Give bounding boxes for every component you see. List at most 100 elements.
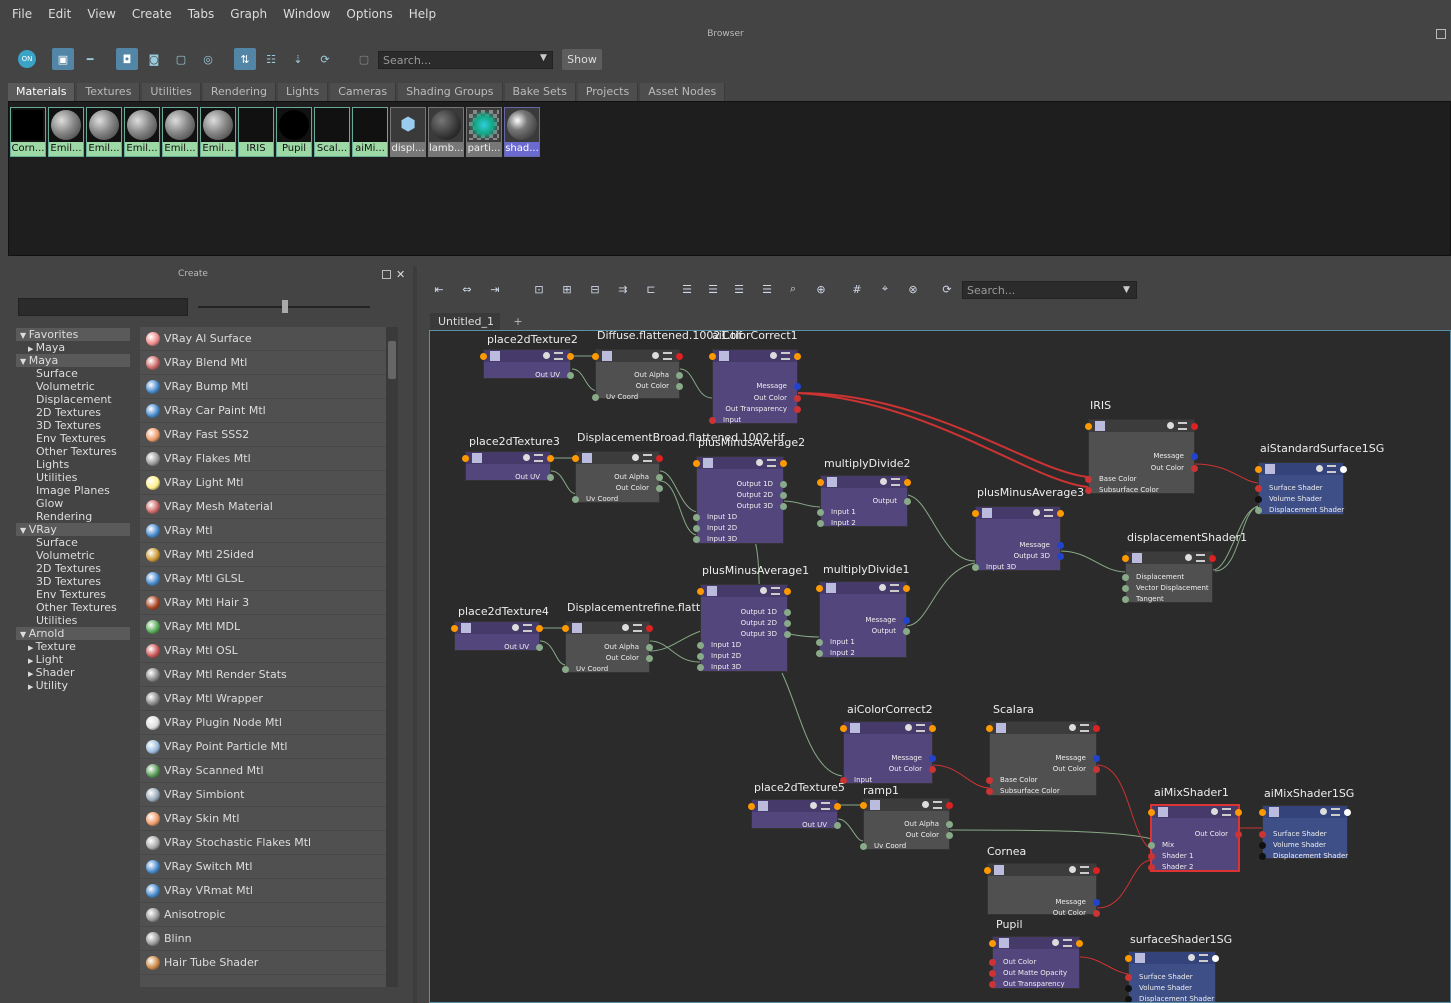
node-disprefine[interactable]: Out Alpha Out Color Uv Coord — [562, 621, 653, 673]
port-plug[interactable] — [1191, 465, 1198, 472]
material-list-item[interactable]: VRay Fast SSS2 — [140, 423, 386, 447]
port-plug[interactable] — [989, 970, 996, 977]
tab-materials[interactable]: Materials — [8, 83, 76, 101]
node-header[interactable] — [697, 457, 783, 469]
port-plug[interactable] — [656, 485, 663, 492]
node-header[interactable] — [455, 622, 539, 634]
input-plug[interactable] — [816, 585, 823, 592]
port-plug[interactable] — [1122, 585, 1129, 592]
port-plug[interactable] — [946, 832, 953, 839]
menu-view[interactable]: View — [79, 7, 123, 21]
material-list-item[interactable]: VRay VRmat Mtl — [140, 879, 386, 903]
node-header[interactable] — [864, 799, 949, 811]
input-plug[interactable] — [592, 353, 599, 360]
material-list-scrollbar[interactable] — [386, 327, 398, 987]
port-plug[interactable] — [572, 496, 579, 503]
swatch-pupil[interactable]: Pupil — [276, 107, 312, 157]
material-list-item[interactable]: VRay Flakes Mtl — [140, 447, 386, 471]
node-place2dtexture3[interactable]: Out UV — [462, 451, 554, 481]
port-output2d[interactable]: Output 2D — [741, 618, 777, 628]
input-plug[interactable] — [451, 625, 458, 632]
port-plug[interactable] — [592, 394, 599, 401]
material-list-item[interactable]: VRay Switch Mtl — [140, 855, 386, 879]
node-dispbroad[interactable]: Out Alpha Out Color Uv Coord — [572, 451, 663, 503]
grid-icon[interactable]: # — [846, 278, 868, 300]
add-tab-button[interactable]: + — [510, 313, 526, 330]
input-plug[interactable] — [572, 455, 579, 462]
tree-item[interactable]: Other Textures — [16, 445, 130, 458]
node-surfaceshader1sg[interactable]: Surface Shader Volume Shader Displacement … — [1125, 951, 1219, 1002]
node-header[interactable] — [713, 350, 797, 362]
menu-options[interactable]: Options — [338, 7, 400, 21]
node-menu-icon[interactable] — [1222, 808, 1231, 816]
port-volume-shader[interactable]: Volume Shader — [1269, 494, 1322, 504]
menu-create[interactable]: Create — [124, 7, 180, 21]
node-menu-icon[interactable] — [1063, 939, 1072, 947]
port-plug[interactable] — [986, 777, 993, 784]
output-plug[interactable] — [547, 455, 554, 462]
port-out-transparency[interactable]: Out Transparency — [725, 404, 787, 414]
output-plug[interactable] — [1340, 466, 1347, 473]
port-plug[interactable] — [1125, 996, 1132, 1002]
node-editor-canvas[interactable]: place2dTexture2 Out UV Diffuse.flattened.1… — [429, 330, 1451, 1003]
port-input2d[interactable]: Input 2D — [711, 651, 741, 661]
output-plug[interactable] — [1235, 809, 1242, 816]
port-plug[interactable] — [972, 564, 979, 571]
port-input3d[interactable]: Input 3D — [986, 562, 1016, 572]
port-input3d[interactable]: Input 3D — [707, 534, 737, 544]
output-plug[interactable] — [676, 353, 683, 360]
node-display-mode-icon[interactable] — [880, 478, 887, 485]
layout-icon[interactable]: ⊏ — [640, 278, 662, 300]
input-plug[interactable] — [693, 460, 700, 467]
port-plug[interactable] — [693, 525, 700, 532]
tree-item[interactable]: ▼ VRay — [16, 523, 130, 536]
port-plug[interactable] — [536, 644, 543, 651]
port-plug[interactable] — [1255, 485, 1262, 492]
material-list-item[interactable]: VRay Car Paint Mtl — [140, 399, 386, 423]
tree-item[interactable]: Other Textures — [16, 601, 130, 614]
node-ramp1[interactable]: Out Alpha Out Color Uv Coord — [860, 798, 953, 850]
sort-time-icon[interactable]: ⇣ — [287, 48, 309, 70]
port-plug[interactable] — [946, 821, 953, 828]
port-plug[interactable] — [646, 655, 653, 662]
node-display-mode-icon[interactable] — [543, 352, 550, 359]
port-shader1[interactable]: Shader 1 — [1162, 851, 1193, 861]
port-plug[interactable] — [784, 620, 791, 627]
port-plug[interactable] — [697, 653, 704, 660]
port-volume-shader[interactable]: Volume Shader — [1273, 840, 1326, 850]
output-plug[interactable] — [1076, 940, 1083, 947]
port-output[interactable]: Output — [872, 626, 896, 636]
material-list-item[interactable]: Blinn — [140, 927, 386, 951]
input-plug[interactable] — [709, 353, 716, 360]
port-plug[interactable] — [1057, 542, 1064, 549]
tab-textures[interactable]: Textures — [77, 83, 141, 101]
output-plug[interactable] — [794, 353, 801, 360]
node-pupil[interactable]: Out Color Out Matte Opacity Out Transparen… — [989, 936, 1083, 989]
show-all-icon[interactable]: ☰ — [728, 278, 750, 300]
output-plug[interactable] — [1212, 955, 1219, 962]
port-input1d[interactable]: Input 1D — [707, 512, 737, 522]
port-vector-displacement[interactable]: Vector Displacement — [1136, 583, 1209, 593]
node-display-mode-icon[interactable] — [879, 584, 886, 591]
port-plug[interactable] — [989, 981, 996, 988]
port-displacement-shader[interactable]: Displacement Shader — [1139, 994, 1214, 1002]
tree-item[interactable]: ▶ Light — [16, 653, 130, 666]
port-plug[interactable] — [709, 417, 716, 424]
tab-lights[interactable]: Lights — [278, 83, 329, 101]
node-aistandardsurface1sg[interactable]: Surface Shader Volume Shader Displacement … — [1255, 462, 1347, 515]
node-menu-icon[interactable] — [1178, 422, 1187, 430]
port-plug[interactable] — [816, 650, 823, 657]
material-list-item[interactable]: VRay Blend Mtl — [140, 351, 386, 375]
port-out-color[interactable]: Out Color — [616, 483, 649, 493]
node-display-mode-icon[interactable] — [1069, 866, 1076, 873]
node-menu-icon[interactable] — [891, 478, 900, 486]
rearrange-icon[interactable]: ⇉ — [612, 278, 634, 300]
port-plug[interactable] — [1255, 507, 1262, 514]
refresh-swatches-icon[interactable]: ⟳ — [936, 278, 958, 300]
material-list-item[interactable]: VRay Light Mtl — [140, 471, 386, 495]
close-icon[interactable]: ✕ — [396, 268, 405, 281]
port-plug[interactable] — [1125, 985, 1132, 992]
node-aicolorcorrect2[interactable]: Message Out Color Input — [840, 721, 936, 784]
chevron-down-icon[interactable]: ▼ — [540, 53, 547, 63]
menu-help[interactable]: Help — [401, 7, 444, 21]
